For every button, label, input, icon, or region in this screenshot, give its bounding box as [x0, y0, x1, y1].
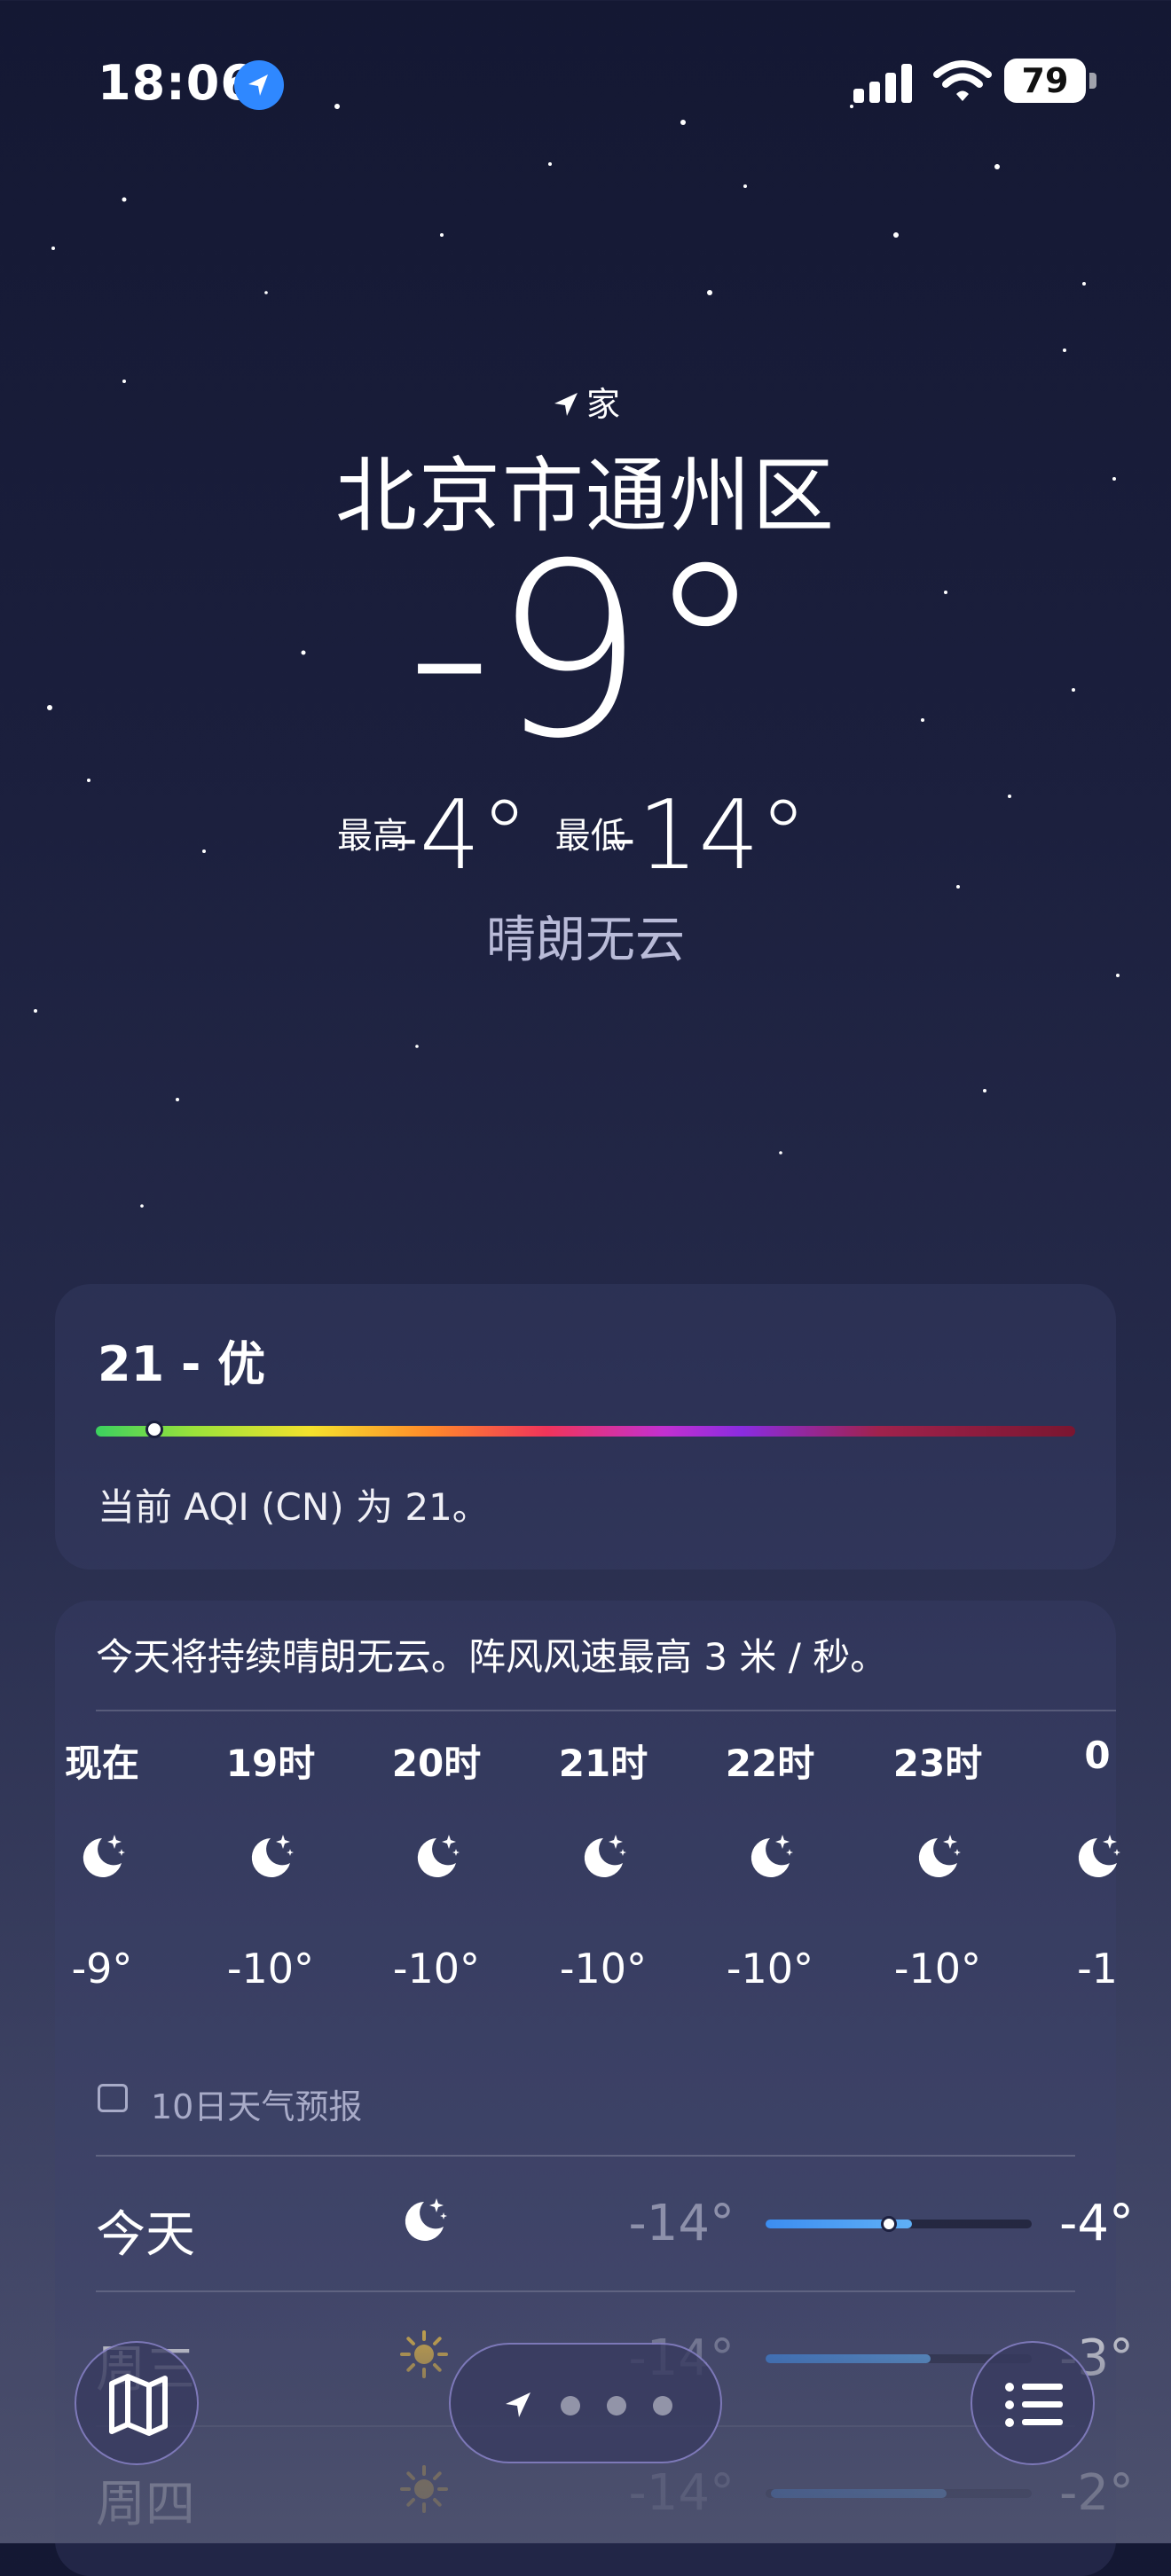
hour-temperature: -10°: [226, 1945, 315, 1993]
home-location-tag: 家: [0, 377, 1171, 426]
page-dot: [561, 2396, 580, 2415]
list-icon: [1005, 2383, 1063, 2427]
hour-label: 0: [1084, 1734, 1111, 1777]
air-quality-card[interactable]: 21 - 优 当前 AQI (CN) 为 21。: [55, 1284, 1116, 1570]
hourly-item: 20时 -10°: [388, 1734, 485, 1993]
hourly-item: 21时 -10°: [554, 1734, 652, 1993]
status-bar: 18:06 79: [0, 53, 1171, 115]
hour-label: 20时: [391, 1742, 482, 1785]
condition-text: 晴朗无云: [486, 912, 685, 969]
hourly-item: 22时 -10°: [721, 1734, 819, 1993]
aqi-indicator: [145, 1421, 163, 1438]
ten-day-title: 10日天气预报: [151, 2087, 363, 2126]
hour-label: 19时: [225, 1742, 316, 1785]
moon-stars-icon: [75, 1829, 129, 1886]
hour-temperature: -10°: [893, 1945, 982, 1993]
hour-temperature: -9°: [71, 1945, 133, 1993]
city-list-button[interactable]: [971, 2341, 1095, 2465]
aqi-description: 当前 AQI (CN) 为 21。: [98, 1485, 490, 1529]
map-button[interactable]: [75, 2341, 199, 2465]
hour-temperature: -10°: [726, 1945, 814, 1993]
hour-label: 现在: [64, 1742, 139, 1785]
hour-label: 22时: [725, 1742, 815, 1785]
day-high: -4°: [1059, 2195, 1134, 2252]
moon-stars-icon: [397, 2193, 451, 2250]
high-low-row: 最高-4° 最低-14°: [0, 780, 1171, 891]
hourly-item: 0 -1: [1049, 1734, 1146, 1993]
page-indicator[interactable]: [449, 2343, 722, 2463]
location-arrow-icon: [234, 60, 284, 110]
hour-label: 21时: [558, 1742, 648, 1785]
home-label: 家: [586, 385, 620, 424]
hourly-item: 现在 -9°: [53, 1734, 151, 1993]
low-temperature: -14°: [602, 780, 808, 891]
map-icon: [109, 2374, 168, 2436]
hourly-item: 19时 -10°: [222, 1734, 319, 1993]
divider: [96, 2155, 1075, 2157]
low-label: 最低: [554, 815, 626, 857]
location-arrow-icon: [554, 393, 578, 416]
forecast-summary: 今天将持续晴朗无云。阵风风速最高 3 米 / 秒。: [96, 1635, 888, 1679]
current-temp-marker: [881, 2216, 897, 2232]
page-dot: [607, 2396, 626, 2415]
hour-temperature: -1: [1077, 1945, 1118, 1993]
aqi-scale-bar: [96, 1426, 1075, 1437]
high-temperature: -4°: [384, 780, 529, 891]
hour-label: 23时: [892, 1742, 983, 1785]
status-time: 18:06: [98, 55, 255, 111]
hour-temperature: -10°: [392, 1945, 481, 1993]
day-name: 今天: [96, 2206, 195, 2264]
wifi-icon: [933, 60, 992, 101]
page-dot: [653, 2396, 672, 2415]
moon-stars-icon: [743, 1829, 797, 1886]
location-arrow-icon: [506, 2392, 530, 2417]
moon-stars-icon: [1071, 1829, 1124, 1886]
hourly-item: 23时 -10°: [889, 1734, 986, 1993]
high-label: 最高: [336, 815, 408, 857]
daily-row[interactable]: 今天 -14° -4°: [96, 2159, 1134, 2283]
moon-stars-icon: [577, 1829, 630, 1886]
moon-stars-icon: [244, 1829, 297, 1886]
battery-level: 79: [1004, 59, 1086, 103]
moon-stars-icon: [410, 1829, 463, 1886]
moon-stars-icon: [911, 1829, 964, 1886]
hour-temperature: -10°: [559, 1945, 648, 1993]
divider: [96, 1710, 1116, 1711]
aqi-value: 21 - 优: [98, 1336, 266, 1392]
calendar-icon: [98, 2084, 128, 2112]
current-temperature: -9°: [405, 512, 766, 791]
day-low: -14°: [628, 2195, 735, 2252]
battery-cap: [1089, 73, 1096, 89]
cellular-signal-icon: [853, 64, 912, 103]
